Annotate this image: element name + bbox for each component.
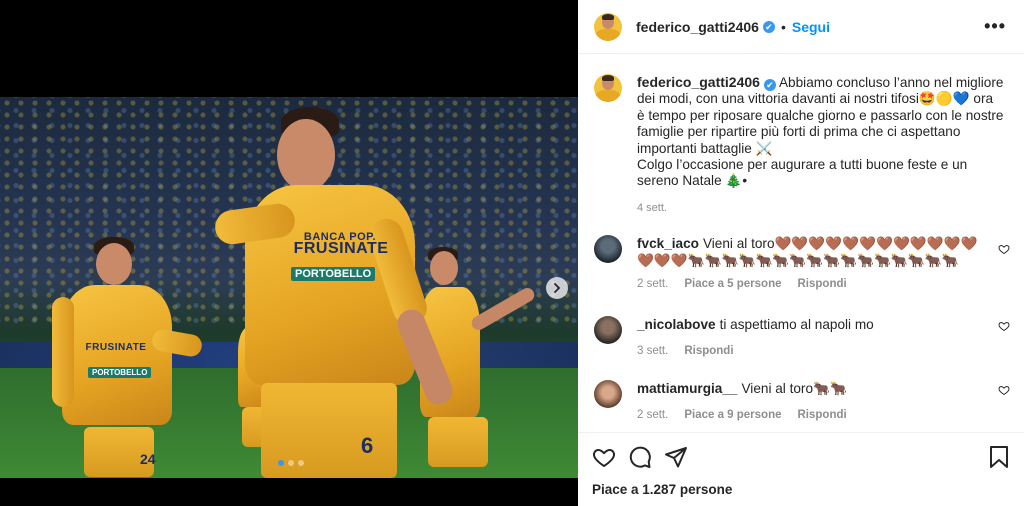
commenter-avatar[interactable]: [594, 235, 622, 263]
caption-timestamp: 4 sett.: [637, 201, 667, 214]
comments-section: federico_gatti2406 ✔ Abbiamo concluso l’a…: [578, 54, 1024, 432]
author-avatar[interactable]: [594, 12, 622, 41]
left-player: FRUSINATE PORTOBELLO 24: [52, 237, 204, 477]
comment-meta: 2 sett. Piace a 5 persone Rispondi: [637, 278, 1014, 290]
caption-username[interactable]: federico_gatti2406: [637, 74, 760, 90]
comment-likes-count[interactable]: Piace a 9 persone: [684, 409, 781, 421]
comment-item: mattiamurgia__ Vieni al toro🐂🐂 2 sett. Pi…: [594, 380, 1014, 421]
reply-button[interactable]: Rispondi: [798, 278, 847, 290]
left-player-number: 24: [140, 451, 156, 467]
heart-icon[interactable]: [998, 243, 1010, 255]
caption-author-avatar[interactable]: [594, 74, 622, 102]
commenter-username[interactable]: mattiamurgia__: [637, 381, 737, 396]
comment-meta: 2 sett. Piace a 9 persone Rispondi: [637, 409, 1014, 421]
main-player: BANCA POP. FRUSINATE PORTOBELLO 6: [213, 107, 475, 478]
comment-item: fvck_iaco Vieni al toro🤎🤎🤎🤎🤎🤎🤎🤎🤎🤎🤎🤎🤎🤎🤎🐂🐂🐂…: [594, 235, 1014, 290]
comment-timestamp: 3 sett.: [637, 345, 669, 357]
verified-badge-icon: ✔: [762, 20, 775, 33]
comment-likes-count[interactable]: Piace a 5 persone: [684, 278, 781, 290]
carousel-dot: [278, 460, 284, 466]
bookmark-icon[interactable]: [988, 445, 1010, 469]
carousel-dot: [288, 460, 294, 466]
carousel-next-button[interactable]: [546, 277, 568, 299]
carousel-indicator: [278, 460, 304, 466]
carousel-dot: [298, 460, 304, 466]
comment-meta: 3 sett. Rispondi: [637, 345, 1014, 357]
caption-text-line-2: Colgo l’occasione per augurare a tutti b…: [637, 157, 968, 189]
author-username[interactable]: federico_gatti2406: [636, 19, 759, 35]
more-options-icon[interactable]: •••: [984, 16, 1006, 37]
main-player-number: 6: [361, 433, 374, 458]
separator-dot: •: [780, 18, 786, 35]
verified-badge-icon: ✔: [763, 79, 776, 91]
chevron-right-icon: [554, 283, 561, 293]
heart-icon[interactable]: [592, 445, 616, 469]
post-header: federico_gatti2406 ✔ • Segui •••: [578, 0, 1024, 54]
post-caption: federico_gatti2406 ✔ Abbiamo concluso l’a…: [594, 74, 1004, 214]
post-photo[interactable]: FRUSINATE PORTOBELLO 24 BANCA POP. FRUSI…: [0, 97, 578, 478]
share-icon[interactable]: [664, 445, 688, 469]
comment-timestamp: 2 sett.: [637, 409, 669, 421]
heart-icon[interactable]: [998, 384, 1010, 396]
caption-text-block: federico_gatti2406 ✔ Abbiamo concluso l’a…: [637, 74, 1004, 190]
commenter-username[interactable]: _nicolabove: [637, 317, 716, 332]
follow-button[interactable]: Segui: [792, 19, 830, 35]
comment-item: _nicolabove ti aspettiamo al napoli mo 3 …: [594, 316, 1014, 357]
reply-button[interactable]: Rispondi: [684, 345, 733, 357]
shirt-sponsor-secondary: PORTOBELLO: [291, 267, 376, 281]
comment-text: Vieni al toro🐂🐂: [741, 381, 847, 396]
post-actions: Piace a 1.287 persone: [578, 432, 1024, 506]
comment-text: ti aspettiamo al napoli mo: [719, 317, 874, 332]
heart-icon[interactable]: [998, 320, 1010, 332]
shirt-sponsor: FRUSINATE: [293, 240, 389, 257]
post-likes-count[interactable]: Piace a 1.287 persone: [592, 482, 732, 497]
commenter-avatar[interactable]: [594, 380, 622, 408]
post-media: FRUSINATE PORTOBELLO 24 BANCA POP. FRUSI…: [0, 0, 578, 506]
comment-icon[interactable]: [628, 445, 652, 469]
post-sidebar: federico_gatti2406 ✔ • Segui ••• federic…: [578, 0, 1024, 506]
commenter-username[interactable]: fvck_iaco: [637, 236, 699, 251]
commenter-avatar[interactable]: [594, 316, 622, 344]
reply-button[interactable]: Rispondi: [798, 409, 847, 421]
comment-timestamp: 2 sett.: [637, 278, 669, 290]
